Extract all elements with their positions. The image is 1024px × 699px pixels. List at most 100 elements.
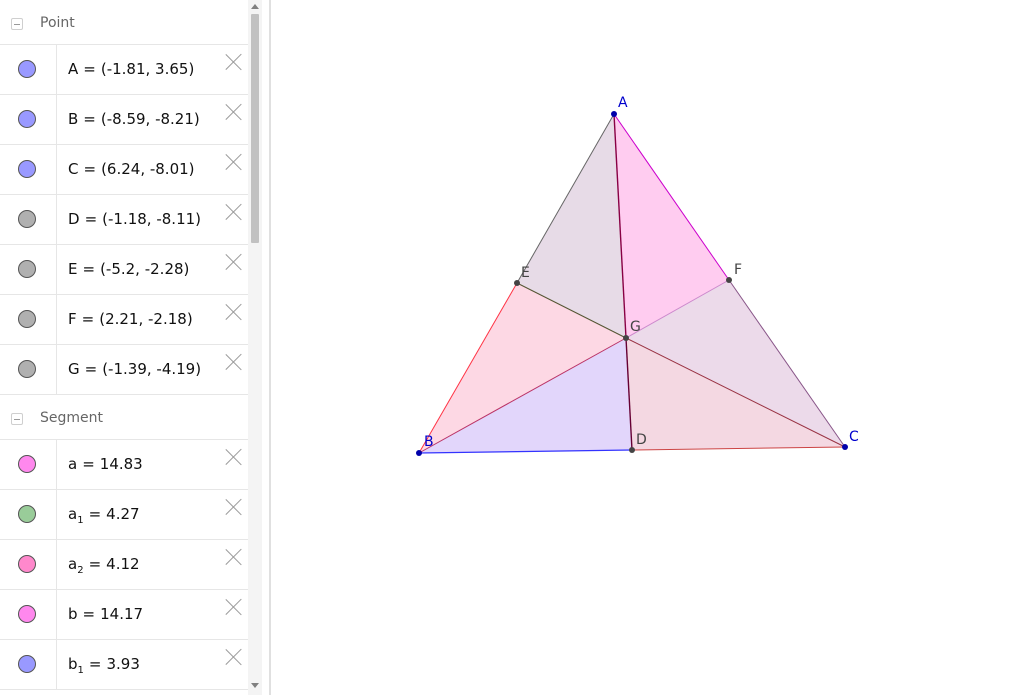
segment-list: a = 14.83 a1 = 4.27 a2 = 4.12 b = 14.17 b1 = 3.93 (0, 440, 248, 690)
segment-row[interactable]: a = 14.83 (0, 440, 248, 490)
delete-icon[interactable] (225, 203, 243, 221)
equals-sign: = (83, 60, 96, 78)
point-value: (6.24, -8.01) (101, 160, 195, 178)
visibility-toggle-icon[interactable] (18, 555, 36, 573)
label-C[interactable]: C (849, 429, 859, 445)
label-A[interactable]: A (618, 95, 628, 111)
point-definition[interactable]: G = (-1.39, -4.19) (68, 360, 201, 378)
visibility-toggle-icon[interactable] (18, 655, 36, 673)
delete-icon[interactable] (225, 253, 243, 271)
delete-icon[interactable] (225, 648, 243, 666)
point-A[interactable] (611, 111, 617, 117)
marble-cell (0, 440, 57, 489)
visibility-toggle-icon[interactable] (18, 605, 36, 623)
point-definition[interactable]: C = (6.24, -8.01) (68, 160, 195, 178)
point-definition[interactable]: D = (-1.18, -8.11) (68, 210, 201, 228)
point-row[interactable]: C = (6.24, -8.01) (0, 145, 248, 195)
point-definition[interactable]: F = (2.21, -2.18) (68, 310, 193, 328)
segment-definition[interactable]: b1 = 3.93 (68, 655, 140, 676)
delete-icon[interactable] (225, 103, 243, 121)
point-name: E (68, 260, 78, 278)
label-E[interactable]: E (521, 265, 530, 281)
equals-sign: = (83, 160, 97, 178)
label-G[interactable]: G (630, 319, 641, 335)
point-name: F (68, 310, 77, 328)
scroll-up-arrow-icon[interactable] (251, 4, 259, 9)
equals-sign: = (88, 655, 102, 673)
point-name: B (68, 110, 79, 128)
equals-sign: = (82, 260, 96, 278)
visibility-toggle-icon[interactable] (18, 260, 36, 278)
point-E[interactable] (514, 280, 520, 286)
segment-subscript: 1 (77, 665, 84, 676)
point-definition[interactable]: B = (-8.59, -8.21) (68, 110, 200, 128)
segment-subscript: 2 (77, 565, 84, 576)
collapse-segment-group-icon[interactable] (11, 413, 23, 425)
segment-row[interactable]: b1 = 3.93 (0, 640, 248, 690)
visibility-toggle-icon[interactable] (18, 455, 36, 473)
point-row[interactable]: G = (-1.39, -4.19) (0, 345, 248, 395)
point-definition[interactable]: E = (-5.2, -2.28) (68, 260, 189, 278)
geometry-canvas[interactable]: A B C D E F G (271, 0, 1024, 695)
point-list: A = (-1.81, 3.65) B = (-8.59, -8.21) C = (6.24, … (0, 45, 248, 395)
segment-row[interactable]: b = 14.17 (0, 590, 248, 640)
label-F[interactable]: F (734, 262, 742, 278)
equals-sign: = (83, 110, 96, 128)
scrollbar-thumb[interactable] (251, 14, 259, 243)
visibility-toggle-icon[interactable] (18, 310, 36, 328)
point-name: D (68, 210, 80, 228)
delete-icon[interactable] (225, 353, 243, 371)
segment-group-header[interactable]: Segment (0, 395, 248, 440)
visibility-toggle-icon[interactable] (18, 360, 36, 378)
point-B[interactable] (416, 450, 422, 456)
segment-row[interactable]: a2 = 4.12 (0, 540, 248, 590)
point-D[interactable] (629, 447, 635, 453)
label-B[interactable]: B (424, 434, 434, 450)
marble-cell (0, 45, 57, 94)
scroll-down-arrow-icon[interactable] (251, 683, 259, 688)
collapse-point-group-icon[interactable] (11, 18, 23, 30)
marble-cell (0, 345, 57, 394)
point-F[interactable] (726, 277, 732, 283)
point-definition[interactable]: A = (-1.81, 3.65) (68, 60, 194, 78)
segment-definition[interactable]: a2 = 4.12 (68, 555, 140, 576)
segment-name: b (68, 605, 78, 623)
label-D[interactable]: D (636, 432, 647, 448)
segment-name: a (68, 505, 78, 523)
point-value: (-1.39, -4.19) (102, 360, 202, 378)
marble-cell (0, 145, 57, 194)
graphics-view[interactable]: A B C D E F G (271, 0, 1024, 695)
visibility-toggle-icon[interactable] (18, 505, 36, 523)
algebra-scrollbar[interactable] (248, 0, 262, 695)
point-group-header[interactable]: Point (0, 0, 248, 45)
delete-icon[interactable] (225, 448, 243, 466)
point-row[interactable]: E = (-5.2, -2.28) (0, 245, 248, 295)
delete-icon[interactable] (225, 53, 243, 71)
point-C[interactable] (842, 444, 848, 450)
visibility-toggle-icon[interactable] (18, 110, 36, 128)
point-row[interactable]: A = (-1.81, 3.65) (0, 45, 248, 95)
segment-name: a (68, 555, 78, 573)
segment-definition[interactable]: a1 = 4.27 (68, 505, 140, 526)
delete-icon[interactable] (225, 153, 243, 171)
delete-icon[interactable] (225, 498, 243, 516)
delete-icon[interactable] (225, 303, 243, 321)
equals-sign: = (81, 310, 95, 328)
segment-definition[interactable]: a = 14.83 (68, 455, 143, 473)
point-value: (-5.2, -2.28) (100, 260, 190, 278)
point-value: (-1.81, 3.65) (100, 60, 195, 78)
visibility-toggle-icon[interactable] (18, 60, 36, 78)
visibility-toggle-icon[interactable] (18, 210, 36, 228)
point-G[interactable] (623, 335, 629, 341)
segment-definition[interactable]: b = 14.17 (68, 605, 143, 623)
equals-sign: = (84, 210, 98, 228)
point-row[interactable]: F = (2.21, -2.18) (0, 295, 248, 345)
visibility-toggle-icon[interactable] (18, 160, 36, 178)
point-row[interactable]: D = (-1.18, -8.11) (0, 195, 248, 245)
segment-row[interactable]: a1 = 4.27 (0, 490, 248, 540)
delete-icon[interactable] (225, 598, 243, 616)
point-row[interactable]: B = (-8.59, -8.21) (0, 95, 248, 145)
equals-sign: = (88, 555, 102, 573)
delete-icon[interactable] (225, 548, 243, 566)
segment-value: 4.27 (106, 505, 140, 523)
